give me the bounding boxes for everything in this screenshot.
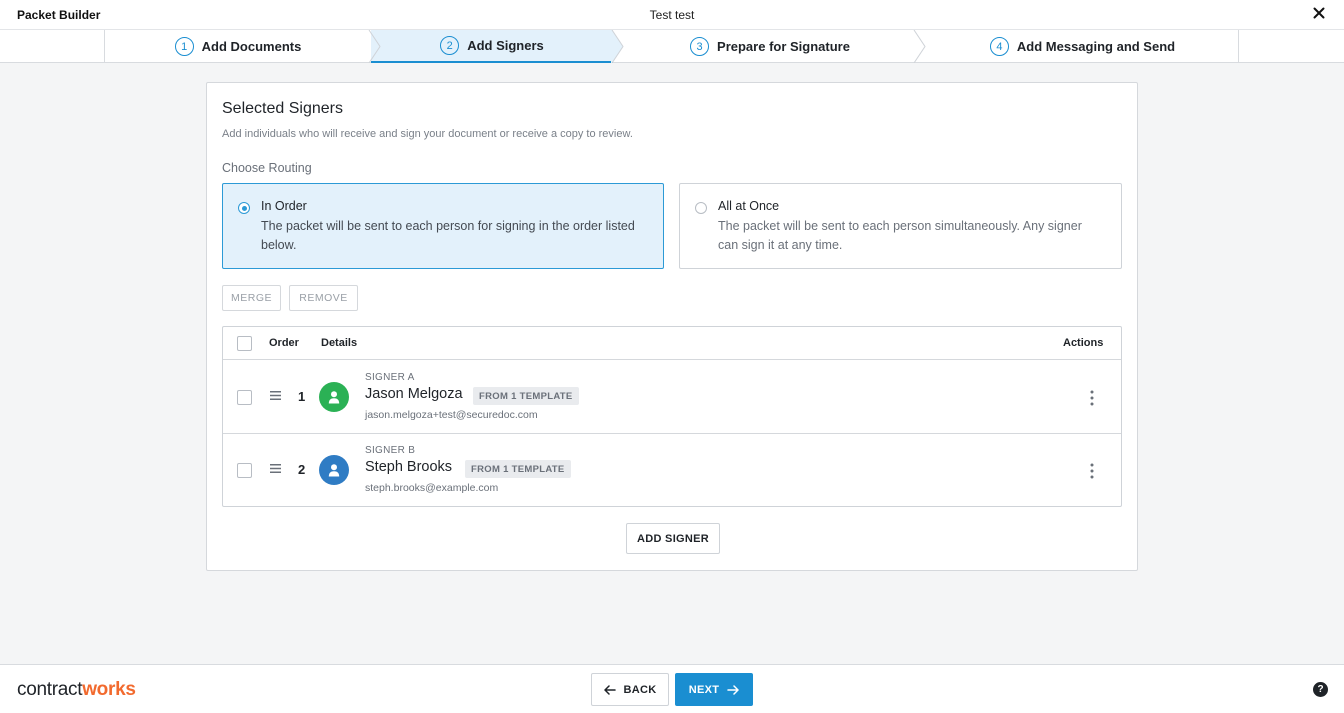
step-number: 1 — [174, 37, 194, 56]
step-number: 2 — [440, 36, 460, 55]
template-badge: FROM 1 TEMPLATE — [465, 460, 571, 478]
chevron-right-icon — [913, 30, 926, 63]
chevron-right-icon — [611, 30, 624, 63]
routing-description: The packet will be sent to each person s… — [718, 219, 1082, 252]
back-button[interactable]: BACK — [591, 673, 669, 706]
card-subtitle: Add individuals who will receive and sig… — [222, 128, 633, 140]
step-label: Add Signers — [467, 38, 544, 53]
select-all-checkbox[interactable] — [237, 336, 252, 351]
help-icon[interactable]: ? — [1313, 682, 1328, 697]
signer-email: jason.melgoza+test@securedoc.com — [365, 409, 538, 421]
document-title: Test test — [649, 8, 695, 22]
drag-handle-icon[interactable] — [270, 391, 281, 400]
more-actions-icon[interactable] — [1087, 461, 1097, 481]
header-details: Details — [321, 337, 358, 349]
stepper-divider — [1238, 30, 1239, 63]
add-signer-button[interactable]: ADD SIGNER — [626, 523, 720, 554]
signer-name: Steph Brooks — [365, 459, 453, 475]
signer-name: Jason Melgoza — [365, 386, 463, 402]
signer-role: SIGNER A — [365, 372, 415, 383]
logo-text: contract — [17, 679, 83, 700]
row-checkbox[interactable] — [237, 390, 252, 405]
step-label: Add Documents — [201, 39, 302, 54]
step-add-signers[interactable]: 2 Add Signers — [371, 30, 613, 63]
routing-title: All at Once — [718, 199, 780, 213]
template-badge: FROM 1 TEMPLATE — [473, 387, 579, 405]
footer: contractworks BACK NEXT ? — [0, 664, 1344, 713]
next-label: NEXT — [688, 683, 720, 696]
avatar — [319, 382, 349, 412]
avatar — [319, 455, 349, 485]
row-order: 1 — [298, 389, 306, 404]
top-bar: Packet Builder Test test — [0, 0, 1344, 29]
back-label: BACK — [623, 683, 657, 696]
radio-all-at-once[interactable] — [695, 202, 707, 214]
routing-description: The packet will be sent to each person f… — [261, 219, 635, 252]
radio-in-order[interactable] — [238, 202, 250, 214]
row-checkbox[interactable] — [237, 463, 252, 478]
arrow-right-icon — [727, 684, 740, 695]
step-label: Prepare for Signature — [717, 39, 850, 54]
next-button[interactable]: NEXT — [675, 673, 753, 706]
row-order: 2 — [298, 462, 306, 477]
table-header: Order Details Actions — [223, 327, 1121, 360]
signer-email: steph.brooks@example.com — [365, 482, 499, 494]
routing-option-all-at-once[interactable]: All at Once The packet will be sent to e… — [679, 183, 1122, 269]
step-number: 4 — [989, 37, 1009, 56]
logo-accent-text: works — [82, 679, 136, 700]
selected-signers-card: Selected Signers Add individuals who wil… — [206, 82, 1138, 571]
merge-button[interactable]: MERGE — [222, 285, 281, 311]
user-icon — [328, 464, 340, 477]
step-add-messaging-and-send[interactable]: 4 Add Messaging and Send — [927, 30, 1238, 63]
header-order: Order — [269, 337, 299, 349]
signer-role: SIGNER B — [365, 445, 416, 456]
arrow-left-icon — [603, 684, 616, 695]
header-actions: Actions — [1063, 337, 1104, 349]
step-number: 3 — [690, 37, 710, 56]
routing-title: In Order — [261, 199, 307, 213]
close-icon[interactable] — [1310, 4, 1328, 22]
table-row: 1 SIGNER A Jason Melgoza FROM 1 TEMPLATE… — [223, 361, 1121, 434]
signers-table: Order Details Actions 1 SIGNER A Jason M… — [222, 326, 1122, 507]
drag-handle-icon[interactable] — [270, 464, 281, 473]
card-title: Selected Signers — [222, 100, 343, 117]
table-row: 2 SIGNER B Steph Brooks FROM 1 TEMPLATE … — [223, 434, 1121, 507]
routing-option-in-order[interactable]: In Order The packet will be sent to each… — [222, 183, 664, 269]
remove-button[interactable]: REMOVE — [289, 285, 358, 311]
step-add-documents[interactable]: 1 Add Documents — [105, 30, 371, 63]
user-icon — [328, 391, 340, 404]
step-label: Add Messaging and Send — [1016, 39, 1176, 54]
contractworks-logo: contractworks — [17, 679, 136, 701]
wizard-stepper: 1 Add Documents 2 Add Signers 3 Prepare … — [0, 29, 1344, 63]
routing-label: Choose Routing — [222, 161, 312, 175]
more-actions-icon[interactable] — [1087, 388, 1097, 408]
chevron-right-icon — [368, 30, 381, 63]
step-prepare-for-signature[interactable]: 3 Prepare for Signature — [625, 30, 915, 63]
